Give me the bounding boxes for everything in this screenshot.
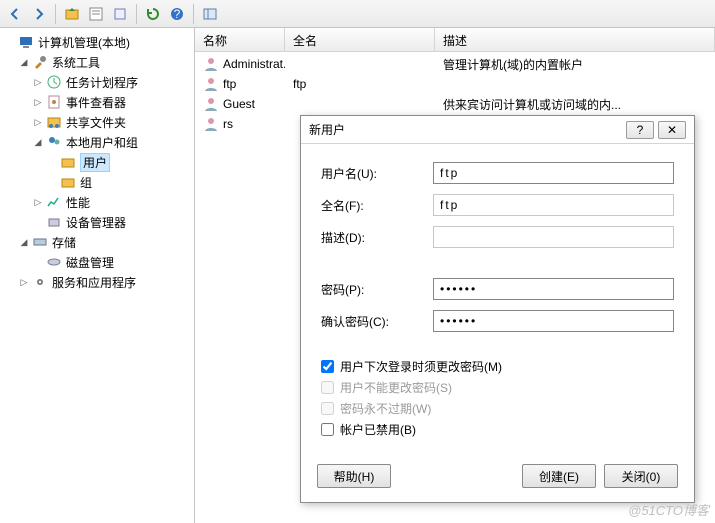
never-expire-checkbox (321, 402, 334, 415)
tree-storage[interactable]: ◢存储 (2, 232, 192, 252)
create-button[interactable]: 创建(E) (522, 464, 596, 488)
user-icon (203, 116, 219, 132)
export-button[interactable] (109, 3, 131, 25)
user-row[interactable]: Administrat...管理计算机(域)的内置帐户 (195, 54, 715, 74)
new-user-dialog: 新用户 ? ✕ 用户名(U): 全名(F): 描述(D): 密码(P): 确认密… (300, 115, 695, 503)
expander-icon[interactable]: ◢ (32, 136, 44, 148)
perf-icon (46, 194, 62, 210)
folder-icon (60, 154, 76, 170)
close-button[interactable]: 关闭(0) (604, 464, 678, 488)
gear-icon (32, 274, 48, 290)
account-disabled-label: 帐户已禁用(B) (340, 421, 416, 438)
back-button[interactable] (4, 3, 26, 25)
expander-icon[interactable]: ◢ (18, 56, 30, 68)
desc-label: 描述(D): (321, 229, 433, 246)
expander-icon[interactable]: ▷ (32, 196, 44, 208)
nav-tree: 计算机管理(本地) ◢系统工具 ▷任务计划程序 ▷事件查看器 ▷共享文件夹 ◢本… (0, 28, 195, 523)
list-header: 名称 全名 描述 (195, 28, 715, 52)
toolbar: ? (0, 0, 715, 28)
svg-text:?: ? (174, 7, 181, 21)
user-icon (203, 56, 219, 72)
refresh-button[interactable] (142, 3, 164, 25)
tree-groups[interactable]: 组 (2, 172, 192, 192)
user-row[interactable]: Guest供来宾访问计算机或访问域的内... (195, 94, 715, 114)
expander-icon[interactable]: ◢ (18, 236, 30, 248)
never-expire-label: 密码永不过期(W) (340, 400, 431, 417)
desc-input[interactable] (433, 226, 674, 248)
dialog-help-button[interactable]: ? (626, 121, 654, 139)
tree-services[interactable]: ▷服务和应用程序 (2, 272, 192, 292)
help-button[interactable]: ? (166, 3, 188, 25)
tree-task-scheduler[interactable]: ▷任务计划程序 (2, 72, 192, 92)
confirm-password-input[interactable] (433, 310, 674, 332)
tree-shared-folders[interactable]: ▷共享文件夹 (2, 112, 192, 132)
dialog-close-button[interactable]: ✕ (658, 121, 686, 139)
password-input[interactable] (433, 278, 674, 300)
expander-icon[interactable]: ▷ (32, 116, 44, 128)
dialog-titlebar[interactable]: 新用户 ? ✕ (301, 116, 694, 144)
computer-icon (18, 34, 34, 50)
properties-button[interactable] (85, 3, 107, 25)
username-label: 用户名(U): (321, 165, 433, 182)
col-name[interactable]: 名称 (195, 28, 285, 51)
up-button[interactable] (61, 3, 83, 25)
col-desc[interactable]: 描述 (435, 28, 715, 51)
cannot-change-checkbox (321, 381, 334, 394)
tree-disk-mgmt[interactable]: 磁盘管理 (2, 252, 192, 272)
col-fullname[interactable]: 全名 (285, 28, 435, 51)
cannot-change-label: 用户不能更改密码(S) (340, 379, 452, 396)
tree-users[interactable]: 用户 (2, 152, 192, 172)
event-icon (46, 94, 62, 110)
tree-event-viewer[interactable]: ▷事件查看器 (2, 92, 192, 112)
user-icon (203, 96, 219, 112)
tree-root[interactable]: 计算机管理(本地) (2, 32, 192, 52)
fullname-input[interactable] (433, 194, 674, 216)
username-input[interactable] (433, 162, 674, 184)
disk-icon (46, 254, 62, 270)
user-row[interactable]: ftpftp (195, 74, 715, 94)
user-icon (203, 76, 219, 92)
expander-icon[interactable]: ▷ (32, 76, 44, 88)
tools-icon (32, 54, 48, 70)
confirm-password-label: 确认密码(C): (321, 313, 433, 330)
expander-icon[interactable]: ▷ (18, 276, 30, 288)
expander-icon[interactable]: ▷ (32, 96, 44, 108)
clock-icon (46, 74, 62, 90)
fullname-label: 全名(F): (321, 197, 433, 214)
folder-icon (60, 174, 76, 190)
password-label: 密码(P): (321, 281, 433, 298)
storage-icon (32, 234, 48, 250)
share-icon (46, 114, 62, 130)
dialog-title: 新用户 (309, 121, 622, 138)
account-disabled-checkbox[interactable] (321, 423, 334, 436)
help-button[interactable]: 帮助(H) (317, 464, 391, 488)
must-change-checkbox[interactable] (321, 360, 334, 373)
tree-performance[interactable]: ▷性能 (2, 192, 192, 212)
must-change-label: 用户下次登录时须更改密码(M) (340, 358, 502, 375)
device-icon (46, 214, 62, 230)
users-icon (46, 134, 62, 150)
forward-button[interactable] (28, 3, 50, 25)
tree-system-tools[interactable]: ◢系统工具 (2, 52, 192, 72)
panel-button[interactable] (199, 3, 221, 25)
tree-local-users-groups[interactable]: ◢本地用户和组 (2, 132, 192, 152)
tree-device-manager[interactable]: 设备管理器 (2, 212, 192, 232)
